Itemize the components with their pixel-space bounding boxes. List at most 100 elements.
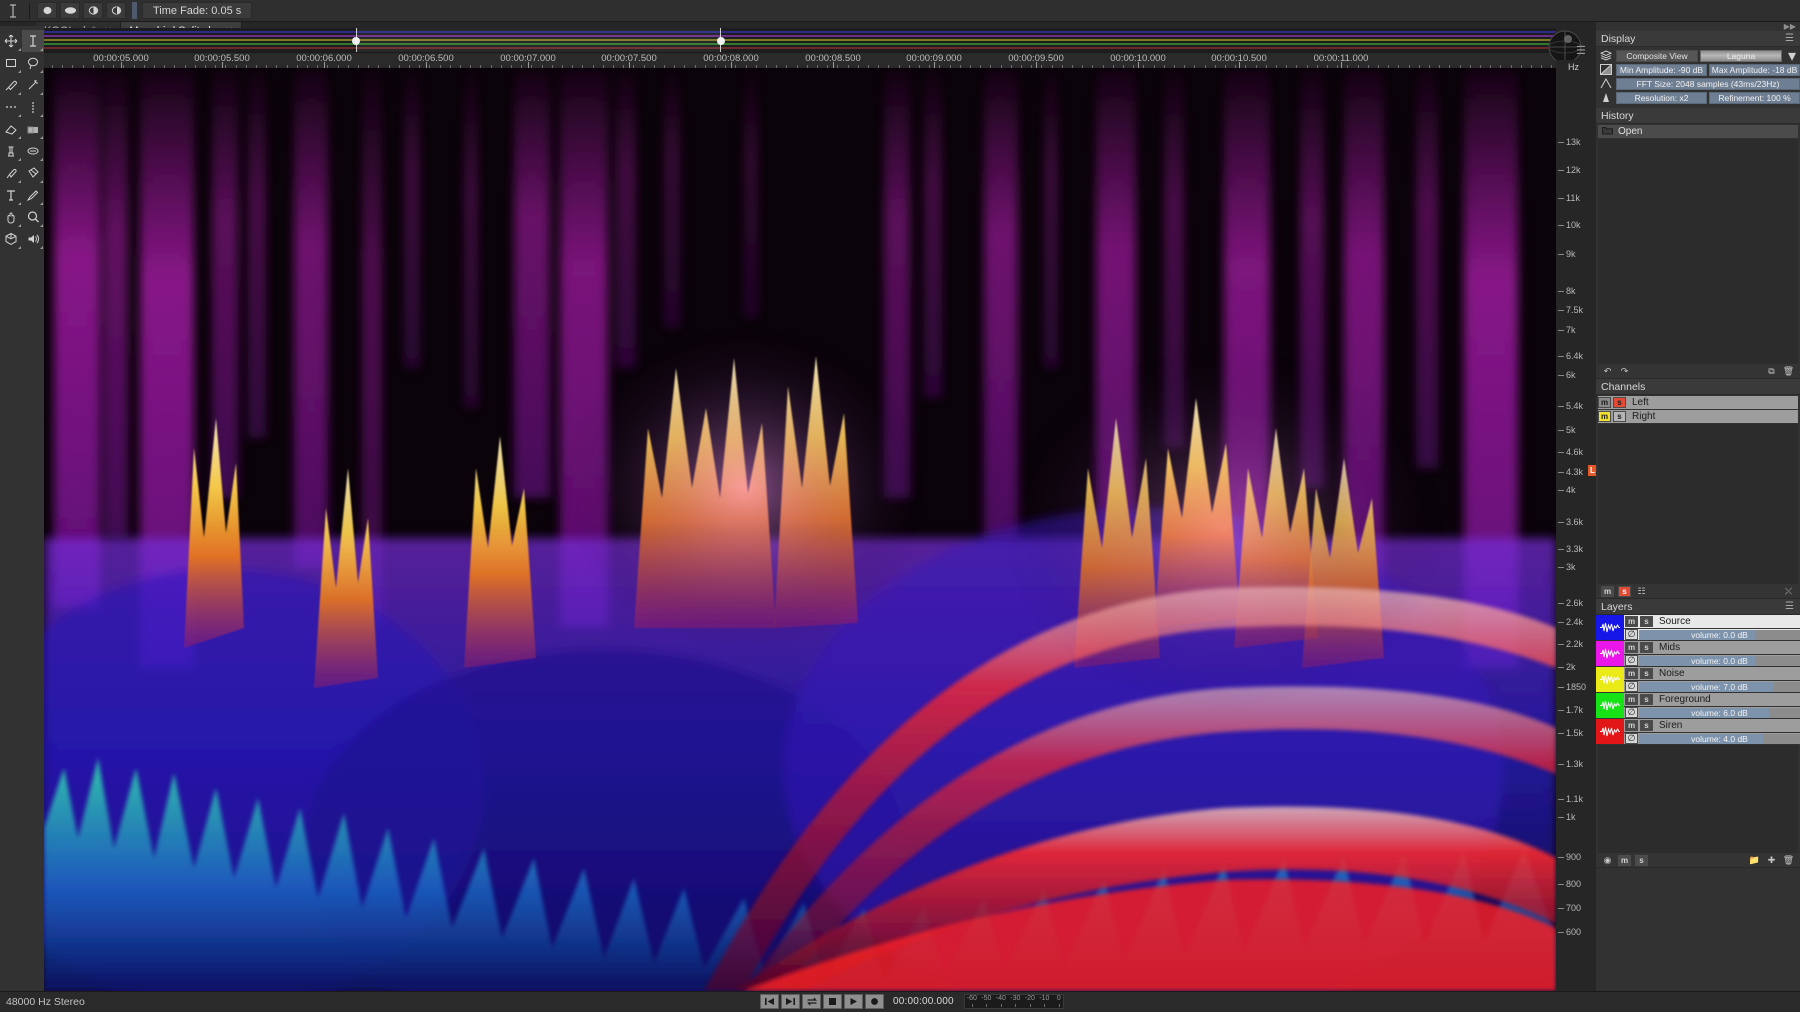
- fft-size-field[interactable]: FFT Size: 2048 samples (43ms/23Hz): [1616, 77, 1800, 90]
- blend-icon[interactable]: ◉: [1601, 855, 1614, 866]
- eraser-tool[interactable]: [0, 118, 22, 140]
- blur-tool[interactable]: [22, 140, 44, 162]
- time-ruler[interactable]: 00:00:05.000 00:00:05.500 00:00:06.000 00:0…: [44, 52, 1556, 68]
- pen-tool[interactable]: [22, 184, 44, 206]
- layer-row-source[interactable]: m s Source ∅ volume: 0.0 dB: [1596, 615, 1800, 640]
- layer-solo-button[interactable]: s: [1640, 616, 1653, 627]
- layer-mute-button[interactable]: m: [1625, 720, 1638, 731]
- channel-row-left[interactable]: m s Left: [1598, 396, 1798, 409]
- layer-mute-button[interactable]: m: [1625, 694, 1638, 705]
- shuffle-icon[interactable]: ⤬: [1782, 586, 1795, 597]
- lasso-select-tool[interactable]: [22, 52, 44, 74]
- frequency-axis[interactable]: Hz 13k 12k 11k 10k 9k 8k 7.5k 7k 6.4k 6k 5.4k 5k 4.6…: [1556, 60, 1600, 991]
- three-d-tool[interactable]: [0, 228, 22, 250]
- display-panel-menu-icon[interactable]: ☰: [1785, 33, 1795, 43]
- channel-mute-button[interactable]: m: [1598, 411, 1611, 422]
- shape-ellipse-solid-button[interactable]: [37, 2, 57, 19]
- skip-start-icon[interactable]: [760, 993, 779, 1009]
- min-amplitude-field[interactable]: Min Amplitude: -90 dB: [1616, 63, 1707, 76]
- shape-ellipse-half-button[interactable]: [83, 2, 103, 19]
- mute-icon[interactable]: m: [1618, 854, 1631, 866]
- layer-volume-slider[interactable]: volume: 0.0 dB: [1639, 629, 1800, 640]
- brush-tool[interactable]: [0, 74, 22, 96]
- line-tool[interactable]: [0, 96, 22, 118]
- colormap-select[interactable]: Laguna: [1700, 49, 1782, 62]
- layer-row-mids[interactable]: m s Mids ∅ volume: 0.0 dB: [1596, 641, 1800, 666]
- patch-tool[interactable]: [22, 162, 44, 184]
- shape-ellipse-wide-button[interactable]: [60, 2, 80, 19]
- link-icon[interactable]: ☷: [1635, 586, 1648, 597]
- timeline[interactable]: 00:00:05.000 00:00:05.500 00:00:06.000 00:0…: [44, 28, 1556, 68]
- hand-tool[interactable]: [0, 206, 22, 228]
- history-item-open[interactable]: Open: [1598, 125, 1798, 138]
- layer-mute-button[interactable]: m: [1625, 668, 1638, 679]
- clone-stamp-tool[interactable]: [0, 140, 22, 162]
- layer-mute-button[interactable]: m: [1625, 616, 1638, 627]
- layer-bypass-button[interactable]: ∅: [1625, 629, 1638, 640]
- layer-solo-button[interactable]: s: [1640, 642, 1653, 653]
- play-icon[interactable]: [844, 993, 863, 1009]
- channel-solo-button[interactable]: s: [1613, 411, 1626, 422]
- layer-volume-slider[interactable]: volume: 6.0 dB: [1639, 707, 1800, 718]
- layer-bypass-button[interactable]: ∅: [1625, 733, 1638, 744]
- layer-color-swatch[interactable]: [1596, 693, 1624, 718]
- resolution-field[interactable]: Resolution: x2: [1616, 91, 1707, 104]
- layer-solo-button[interactable]: s: [1640, 694, 1653, 705]
- channel-row-right[interactable]: m s Right: [1598, 410, 1798, 423]
- block-eraser-tool[interactable]: [22, 118, 44, 140]
- undo-icon[interactable]: ↶: [1601, 366, 1614, 377]
- solo-icon[interactable]: s: [1635, 854, 1648, 866]
- dotted-tool[interactable]: [22, 96, 44, 118]
- options-color-chip[interactable]: [132, 2, 137, 19]
- channel-mute-button[interactable]: m: [1598, 397, 1611, 408]
- selection-handle-start[interactable]: [352, 37, 360, 45]
- new-group-icon[interactable]: 📁: [1748, 855, 1761, 866]
- layer-row-foreground[interactable]: m s Foreground ∅ volume: 6.0 dB: [1596, 693, 1800, 718]
- layer-volume-slider[interactable]: volume: 7.0 dB: [1639, 681, 1800, 692]
- audition-tool[interactable]: [22, 228, 44, 250]
- track-strip[interactable]: [44, 28, 1556, 52]
- channel-solo-button[interactable]: s: [1613, 397, 1626, 408]
- magic-wand-tool[interactable]: [22, 74, 44, 96]
- layer-volume-slider[interactable]: volume: 4.0 dB: [1639, 733, 1800, 744]
- rectangle-select-tool[interactable]: [0, 52, 22, 74]
- viewport-menu-icon[interactable]: ☰: [1576, 44, 1586, 57]
- layer-color-swatch[interactable]: [1596, 641, 1624, 666]
- time-selection-region[interactable]: [356, 28, 721, 52]
- layer-solo-button[interactable]: s: [1640, 668, 1653, 679]
- type-tool[interactable]: [0, 184, 22, 206]
- layers-mute-all-button[interactable]: m: [1601, 585, 1614, 597]
- layers-solo-all-button[interactable]: s: [1618, 585, 1631, 597]
- text-tool[interactable]: [22, 30, 44, 52]
- spectrogram-canvas[interactable]: [44, 68, 1556, 991]
- layers-panel-menu-icon[interactable]: ☰: [1785, 601, 1795, 611]
- dock-expand-icon[interactable]: ▶▶: [1596, 22, 1800, 31]
- duplicate-icon[interactable]: ⧉: [1765, 366, 1778, 377]
- move-tool[interactable]: [0, 30, 22, 52]
- loop-icon[interactable]: [802, 993, 821, 1009]
- redo-icon[interactable]: ↷: [1618, 366, 1631, 377]
- layer-bypass-button[interactable]: ∅: [1625, 707, 1638, 718]
- new-layer-icon[interactable]: ✚: [1765, 855, 1778, 866]
- layer-mute-button[interactable]: m: [1625, 642, 1638, 653]
- stop-icon[interactable]: [823, 993, 842, 1009]
- layer-color-swatch[interactable]: [1596, 667, 1624, 692]
- trash-icon[interactable]: 🗑: [1782, 366, 1795, 377]
- max-amplitude-field[interactable]: Max Amplitude: -18 dB: [1709, 63, 1800, 76]
- layer-color-swatch[interactable]: [1596, 615, 1624, 640]
- layer-row-noise[interactable]: m s Noise ∅ volume: 7.0 dB: [1596, 667, 1800, 692]
- zoom-tool[interactable]: [22, 206, 44, 228]
- shape-ellipse-split-button[interactable]: [106, 2, 126, 19]
- composite-view-button[interactable]: Composite View: [1616, 49, 1698, 62]
- selection-handle-end[interactable]: [717, 37, 725, 45]
- layer-solo-button[interactable]: s: [1640, 720, 1653, 731]
- smudge-tool[interactable]: [0, 162, 22, 184]
- layer-bypass-button[interactable]: ∅: [1625, 655, 1638, 666]
- layer-color-swatch[interactable]: [1596, 719, 1624, 744]
- refinement-field[interactable]: Refinement: 100 %: [1709, 91, 1800, 104]
- time-fade-field[interactable]: Time Fade: 0.05 s: [142, 2, 253, 19]
- layer-bypass-button[interactable]: ∅: [1625, 681, 1638, 692]
- trash-icon[interactable]: 🗑: [1782, 855, 1795, 866]
- chevron-down-icon[interactable]: ▾: [1784, 48, 1800, 65]
- skip-end-icon[interactable]: [781, 993, 800, 1009]
